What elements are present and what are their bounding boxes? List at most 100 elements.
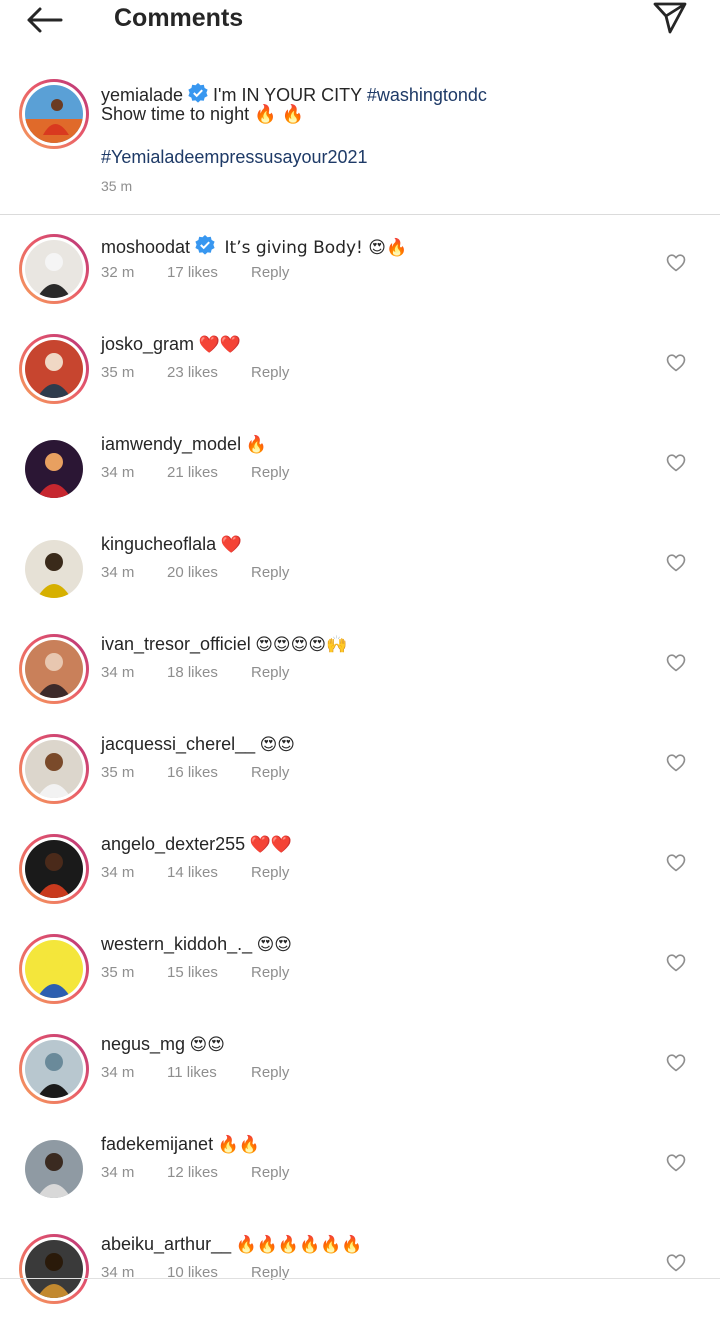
reply-button[interactable]: Reply xyxy=(251,364,289,381)
reply-button[interactable]: Reply xyxy=(251,764,289,781)
comment-text: 😍😍 xyxy=(259,735,296,755)
like-count[interactable]: 23 likes xyxy=(167,364,251,381)
like-button[interactable] xyxy=(664,1252,688,1274)
comment-timestamp: 34 m xyxy=(101,664,135,681)
comment-text: 🔥🔥🔥🔥🔥🔥 xyxy=(235,1235,363,1255)
heart-icon xyxy=(666,954,686,972)
comment-row: western_kiddoh_._ 😍😍 35 m 15 likes Reply xyxy=(0,934,720,1034)
hashtag-link[interactable]: #Yemialadeempressusayour2021 xyxy=(101,147,368,167)
comment-timestamp: 34 m xyxy=(101,1164,135,1181)
heart-icon xyxy=(666,554,686,572)
like-button[interactable] xyxy=(664,652,688,674)
comment-row: moshoodat It’s giving Body! 😍🔥 32 m 17 lik… xyxy=(0,234,720,334)
comment-row: abeiku_arthur__ 🔥🔥🔥🔥🔥🔥 34 m 10 likes Reply xyxy=(0,1234,720,1334)
avatar[interactable] xyxy=(19,334,89,404)
verified-badge-icon xyxy=(188,83,208,103)
avatar[interactable] xyxy=(19,1134,89,1204)
comment-username[interactable]: ivan_tresor_officiel xyxy=(101,634,251,654)
comment-text: It’s giving Body! 😍🔥 xyxy=(224,238,408,258)
like-count[interactable]: 21 likes xyxy=(167,464,251,481)
avatar[interactable] xyxy=(19,634,89,704)
reply-button[interactable]: Reply xyxy=(251,1164,289,1181)
avatar[interactable] xyxy=(19,534,89,604)
back-arrow-icon xyxy=(27,7,63,33)
avatar[interactable] xyxy=(19,734,89,804)
reply-button[interactable]: Reply xyxy=(251,964,289,981)
heart-icon xyxy=(666,254,686,272)
like-count[interactable]: 15 likes xyxy=(167,964,251,981)
comment-username[interactable]: kingucheoflala xyxy=(101,534,216,554)
like-button[interactable] xyxy=(664,252,688,274)
comment-text: 😍😍 xyxy=(256,935,293,955)
like-button[interactable] xyxy=(664,452,688,474)
post-caption: yemialade I'm IN YOUR CITY #washingtondc … xyxy=(0,70,720,214)
comment-row: kingucheoflala ❤️ 34 m 20 likes Reply xyxy=(0,534,720,634)
heart-icon xyxy=(666,1154,686,1172)
top-bar: Comments xyxy=(0,0,720,40)
like-count[interactable]: 18 likes xyxy=(167,664,251,681)
avatar[interactable] xyxy=(19,934,89,1004)
like-count[interactable]: 17 likes xyxy=(167,264,251,281)
heart-icon xyxy=(666,1054,686,1072)
comment-username[interactable]: fadekemijanet xyxy=(101,1134,213,1154)
heart-icon xyxy=(666,1254,686,1272)
reply-button[interactable]: Reply xyxy=(251,664,289,681)
like-count[interactable]: 16 likes xyxy=(167,764,251,781)
divider xyxy=(0,214,720,215)
divider xyxy=(0,1278,720,1279)
heart-icon xyxy=(666,454,686,472)
comment-username[interactable]: jacquessi_cherel__ xyxy=(101,734,255,754)
comment-row: fadekemijanet 🔥🔥 34 m 12 likes Reply xyxy=(0,1134,720,1234)
reply-button[interactable]: Reply xyxy=(251,864,289,881)
caption-username[interactable]: yemialade xyxy=(101,85,183,105)
heart-icon xyxy=(666,654,686,672)
like-count[interactable]: 14 likes xyxy=(167,864,251,881)
like-button[interactable] xyxy=(664,552,688,574)
comment-timestamp: 32 m xyxy=(101,264,135,281)
comment-row: iamwendy_model 🔥 34 m 21 likes Reply xyxy=(0,434,720,534)
comment-username[interactable]: angelo_dexter255 xyxy=(101,834,245,854)
comment-text: ❤️❤️ xyxy=(198,335,241,355)
like-button[interactable] xyxy=(664,1052,688,1074)
comment-username[interactable]: western_kiddoh_._ xyxy=(101,934,252,954)
caption-text: I'm IN YOUR CITY xyxy=(213,85,367,105)
avatar[interactable] xyxy=(19,834,89,904)
comment-username[interactable]: iamwendy_model xyxy=(101,434,241,454)
comment-username[interactable]: negus_mg xyxy=(101,1034,185,1054)
avatar[interactable] xyxy=(19,1034,89,1104)
like-button[interactable] xyxy=(664,1152,688,1174)
hashtag-link[interactable]: #washingtondc xyxy=(367,85,487,105)
like-button[interactable] xyxy=(664,952,688,974)
comment-text: 😍😍 xyxy=(189,1035,225,1055)
heart-icon xyxy=(666,854,686,872)
comment-row: negus_mg 😍😍 34 m 11 likes Reply xyxy=(0,1034,720,1134)
share-button[interactable] xyxy=(648,0,692,36)
back-button[interactable] xyxy=(22,4,66,36)
caption-text-line: Show time to night 🔥 🔥 xyxy=(101,104,304,124)
comment-timestamp: 34 m xyxy=(101,1064,135,1081)
comment-timestamp: 34 m xyxy=(101,564,135,581)
comment-text: 🔥 xyxy=(245,435,267,455)
reply-button[interactable]: Reply xyxy=(251,264,289,281)
like-count[interactable]: 11 likes xyxy=(167,1064,251,1081)
avatar[interactable] xyxy=(19,434,89,504)
like-button[interactable] xyxy=(664,852,688,874)
like-count[interactable]: 12 likes xyxy=(167,1164,251,1181)
avatar[interactable] xyxy=(19,234,89,304)
reply-button[interactable]: Reply xyxy=(251,564,289,581)
heart-icon xyxy=(666,354,686,372)
comment-row: jacquessi_cherel__ 😍😍 35 m 16 likes Reply xyxy=(0,734,720,834)
like-count[interactable]: 20 likes xyxy=(167,564,251,581)
avatar[interactable] xyxy=(19,79,89,149)
comment-row: ivan_tresor_officiel 😍😍😍😍🙌 34 m 18 likes Re… xyxy=(0,634,720,734)
like-button[interactable] xyxy=(664,752,688,774)
comment-username[interactable]: moshoodat xyxy=(101,237,190,257)
page-title: Comments xyxy=(114,4,244,32)
reply-button[interactable]: Reply xyxy=(251,464,289,481)
comment-row: angelo_dexter255 ❤️❤️ 34 m 14 likes Reply xyxy=(0,834,720,934)
comment-username[interactable]: josko_gram xyxy=(101,334,194,354)
reply-button[interactable]: Reply xyxy=(251,1064,289,1081)
comment-username[interactable]: abeiku_arthur__ xyxy=(101,1234,231,1254)
comment-timestamp: 34 m xyxy=(101,464,135,481)
like-button[interactable] xyxy=(664,352,688,374)
